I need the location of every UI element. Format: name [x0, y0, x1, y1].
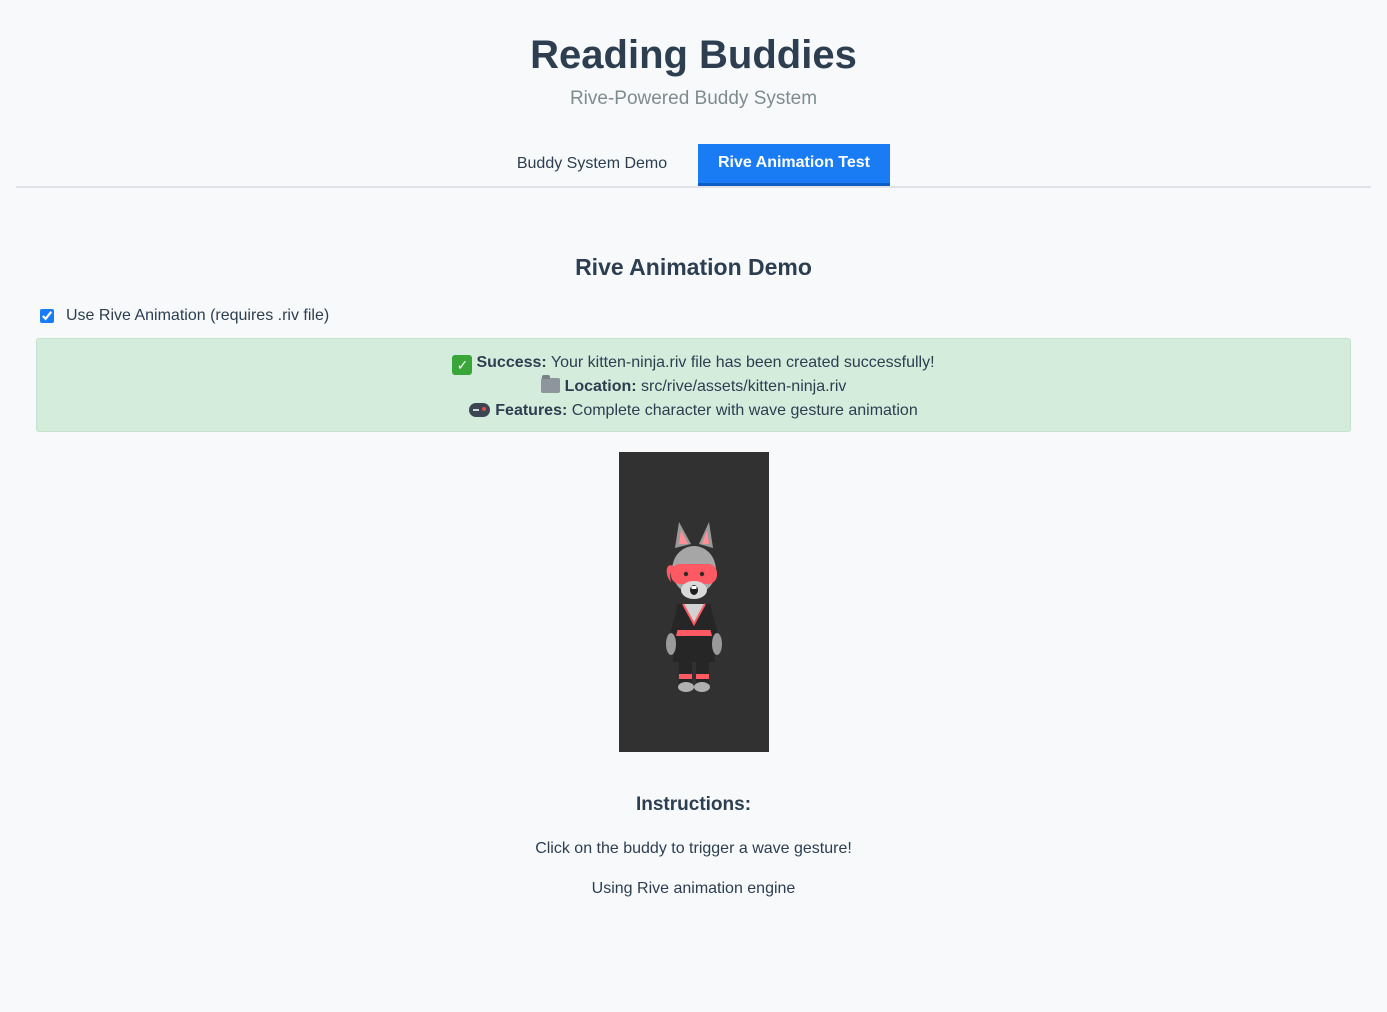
check-mark-icon: ✓ [452, 355, 473, 375]
features-text: Complete character with wave gesture ani… [571, 402, 918, 419]
folder-icon [540, 375, 560, 393]
rive-buddy-canvas[interactable] [619, 452, 769, 752]
kitten-ninja-character[interactable] [619, 452, 769, 752]
status-success-line: ✓ Success: Your kitten-ninja.riv file has… [37, 351, 1350, 375]
right-leg-wrap [696, 674, 709, 679]
right-foot [694, 682, 710, 692]
status-location-line: Location: src/rive/assets/kitten-ninja.r… [37, 375, 1350, 399]
app-title: Reading Buddies [530, 33, 857, 77]
left-leg-wrap [679, 674, 692, 679]
location-text: src/rive/assets/kitten-ninja.riv [641, 378, 847, 395]
instruction-line: Using Rive animation engine [591, 880, 796, 897]
use-rive-label: Use Rive Animation (requires .riv file) [66, 307, 330, 324]
left-foot [678, 682, 694, 692]
section-title: Rive Animation Demo [575, 254, 812, 280]
tab-bar: Buddy System Demo Rive Animation Test [16, 144, 1371, 188]
right-paw [712, 633, 722, 655]
instructions-title: Instructions: [635, 794, 752, 815]
belt [675, 630, 713, 636]
success-alert: ✓ Success: Your kitten-ninja.riv file has… [36, 338, 1351, 432]
right-leg [696, 660, 709, 684]
features-label: Features: [495, 402, 568, 419]
left-paw [666, 633, 676, 655]
location-label: Location: [564, 378, 637, 395]
page: Reading Buddies Rive-Powered Buddy Syste… [0, 0, 1387, 1012]
right-eye [699, 571, 705, 577]
status-features-line: Features: Complete character with wave g… [37, 399, 1350, 423]
instruction-line: Click on the buddy to trigger a wave ges… [535, 840, 852, 857]
rive-toggle-row[interactable]: Use Rive Animation (requires .riv file) [38, 305, 329, 327]
left-eye [683, 571, 689, 577]
gamepad-icon [469, 403, 491, 417]
success-label: Success: [476, 354, 547, 371]
app-subtitle: Rive-Powered Buddy System [569, 88, 818, 109]
use-rive-checkbox[interactable] [40, 309, 54, 323]
tab-rive-animation-test[interactable]: Rive Animation Test [698, 144, 890, 186]
teeth [691, 586, 697, 589]
success-text: Your kitten-ninja.riv file has been crea… [550, 354, 935, 371]
left-leg [679, 660, 692, 684]
tab-buddy-system-demo[interactable]: Buddy System Demo [502, 144, 682, 186]
